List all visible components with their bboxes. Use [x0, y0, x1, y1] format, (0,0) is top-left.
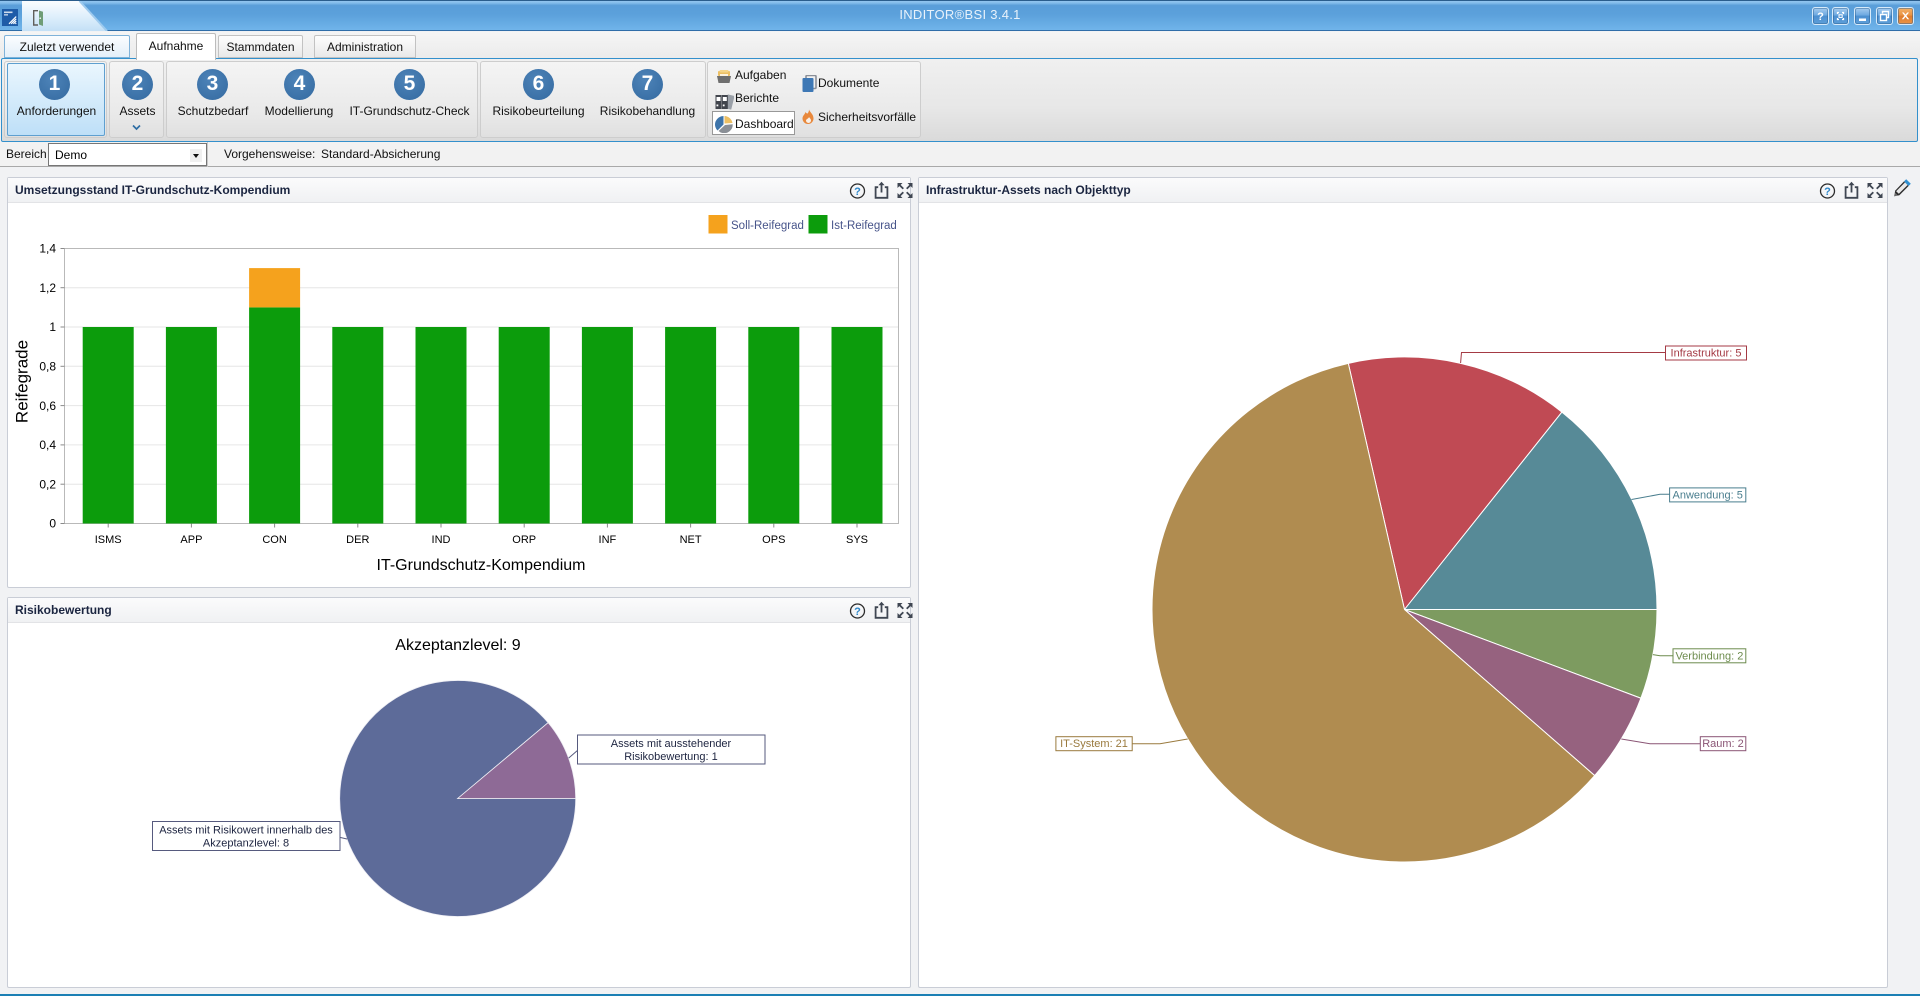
svg-text:?: ?	[1824, 186, 1831, 198]
svg-text:0,6: 0,6	[39, 399, 56, 413]
svg-text:1,2: 1,2	[39, 281, 56, 295]
svg-text:0,8: 0,8	[39, 360, 56, 374]
svg-text:NET: NET	[680, 534, 702, 546]
svg-text:1,4: 1,4	[39, 242, 56, 256]
svg-text:1: 1	[49, 320, 56, 334]
svg-text:Akzeptanzlevel: 8: Akzeptanzlevel: 8	[203, 838, 289, 850]
svg-text:ORP: ORP	[512, 534, 536, 546]
svg-text:?: ?	[1817, 11, 1824, 23]
svg-text:0,2: 0,2	[39, 477, 56, 491]
svg-text:0: 0	[49, 517, 56, 531]
svg-text:Assets mit ausstehender: Assets mit ausstehender	[611, 738, 732, 750]
svg-text:Assets mit Risikowert innerhal: Assets mit Risikowert innerhalb des	[159, 825, 333, 837]
svg-text:Verbindung: 2: Verbindung: 2	[1675, 650, 1743, 662]
svg-text:IT-System: 21: IT-System: 21	[1060, 738, 1128, 750]
svg-text:0,4: 0,4	[39, 438, 56, 452]
svg-text:APP: APP	[180, 534, 202, 546]
svg-text:DER: DER	[346, 534, 369, 546]
svg-text:Raum: 2: Raum: 2	[1702, 738, 1744, 750]
svg-text:CON: CON	[262, 534, 287, 546]
svg-text:?: ?	[854, 186, 861, 198]
svg-text:ISMS: ISMS	[95, 534, 122, 546]
svg-text:Akzeptanzlevel: 9: Akzeptanzlevel: 9	[395, 637, 521, 654]
svg-text:SYS: SYS	[846, 534, 868, 546]
svg-text:INF: INF	[599, 534, 617, 546]
svg-text:Soll-Reifegrad: Soll-Reifegrad	[731, 220, 804, 232]
svg-text:IT-Grundschutz-Kompendium: IT-Grundschutz-Kompendium	[377, 557, 586, 574]
svg-text:Reifegrade: Reifegrade	[13, 340, 32, 423]
svg-text:Risikobewertung: 1: Risikobewertung: 1	[624, 751, 718, 763]
svg-text:Anwendung: 5: Anwendung: 5	[1673, 489, 1743, 501]
svg-text:Infrastruktur: 5: Infrastruktur: 5	[1671, 348, 1742, 360]
svg-text:OPS: OPS	[762, 534, 785, 546]
svg-text:IND: IND	[432, 534, 451, 546]
svg-text:Ist-Reifegrad: Ist-Reifegrad	[831, 220, 897, 232]
svg-text:?: ?	[854, 606, 861, 618]
